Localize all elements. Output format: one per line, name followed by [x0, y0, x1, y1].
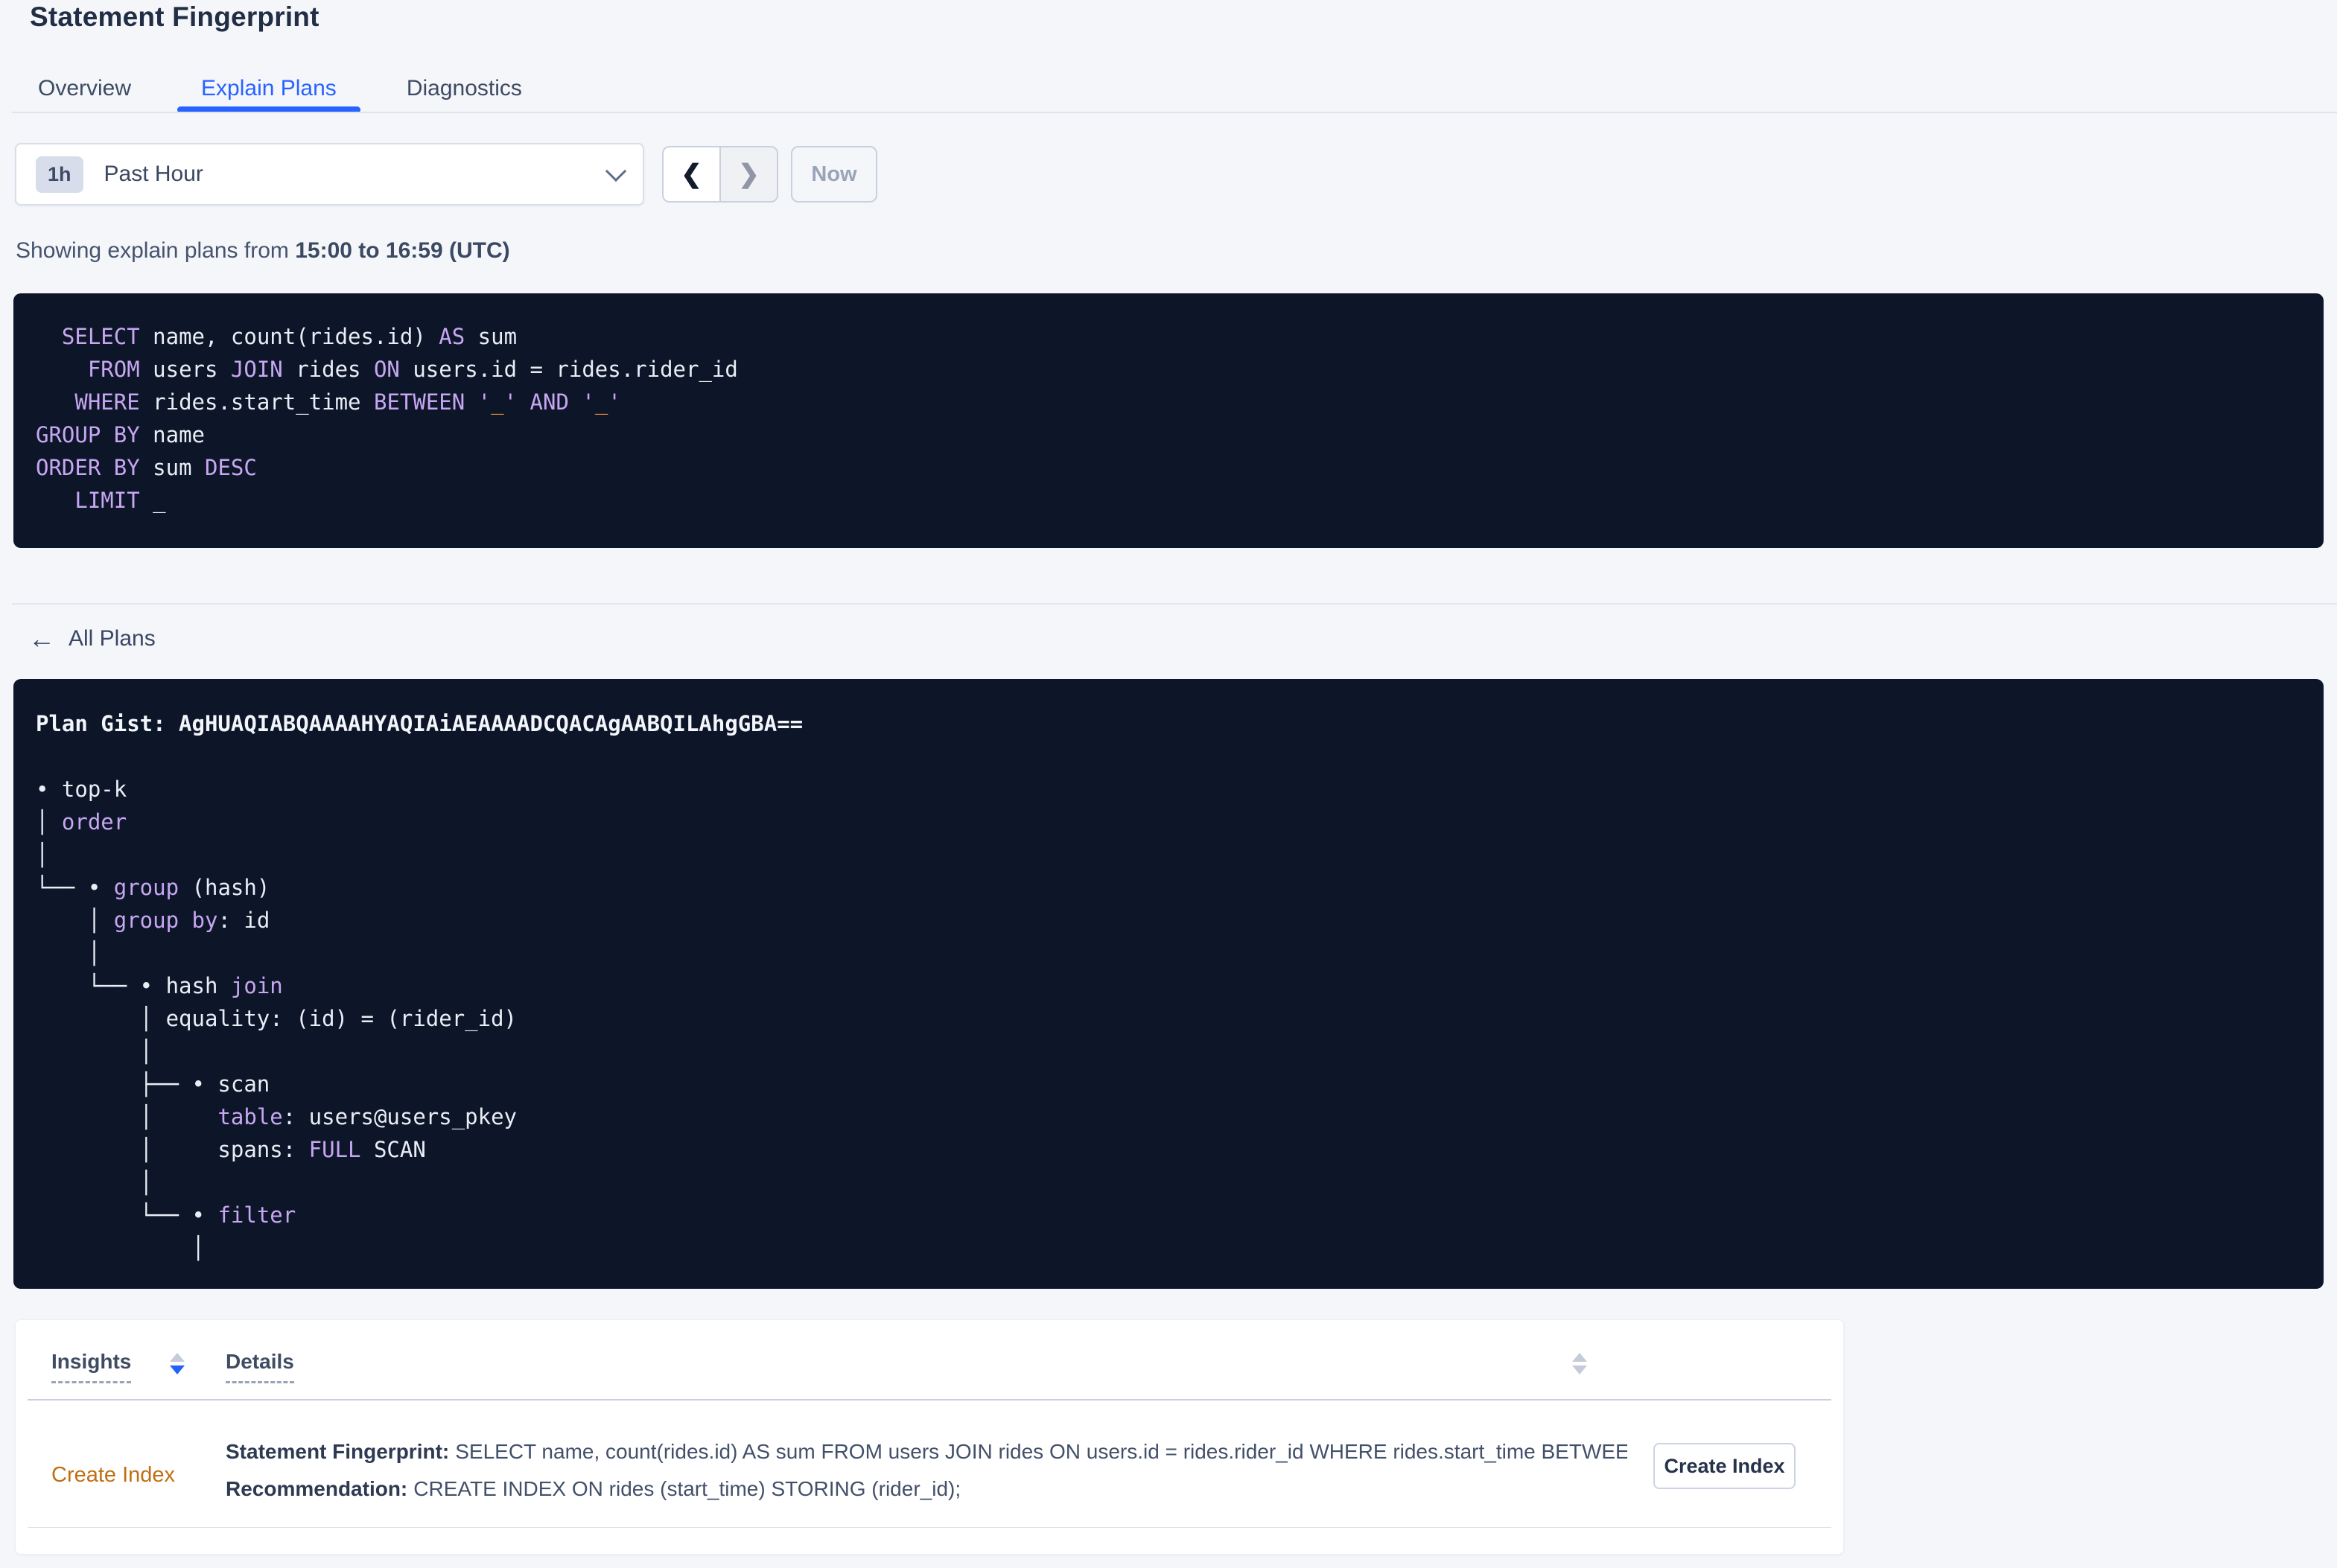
create-index-button[interactable]: Create Index [1653, 1443, 1796, 1489]
column-header-insights[interactable]: Insights [51, 1350, 132, 1383]
plan-gist-text: Plan Gist: AgHUAQIABQAAAAHYAQIAiAEAAAADC… [36, 711, 804, 1261]
sort-icon-insights [170, 1353, 185, 1374]
all-plans-label: All Plans [69, 626, 156, 651]
statement-sql-box: SELECT name, count(rides.id) AS sum FROM… [13, 293, 2324, 548]
all-plans-back-link[interactable]: ← All Plans [28, 625, 156, 652]
back-arrow-icon: ← [28, 623, 55, 654]
time-window-nav: ❮ ❯ [662, 146, 778, 203]
time-interval-select[interactable]: 1h Past Hour [15, 143, 644, 205]
plan-gist-box: Plan Gist: AgHUAQIABQAAAAHYAQIAiAEAAAADC… [13, 679, 2324, 1289]
statement-fingerprint-page: Statement Fingerprint Overview Explain Pl… [0, 0, 2337, 1568]
previous-window-button[interactable]: ❮ [664, 147, 721, 201]
section-divider [12, 603, 2337, 605]
tab-explain-plans[interactable]: Explain Plans [177, 64, 360, 113]
status-range: 15:00 to 16:59 (UTC) [295, 238, 510, 263]
sort-desc-arrow [1572, 1365, 1587, 1374]
time-range-status: Showing explain plans from 15:00 to 16:5… [16, 238, 510, 264]
insights-table-card: Insights Details Create Index Statement … [15, 1319, 1844, 1555]
details-label: Statement Fingerprint: [226, 1440, 450, 1463]
time-interval-label: Past Hour [104, 162, 203, 186]
sort-asc-arrow [170, 1353, 185, 1362]
insight-details-cell: Statement Fingerprint: SELECT name, count… [226, 1439, 1627, 1514]
chevron-right-icon: ❯ [738, 160, 760, 188]
tab-diagnostics[interactable]: Diagnostics [383, 64, 546, 113]
column-header-details[interactable]: Details [226, 1350, 294, 1383]
statement-sql-text: SELECT name, count(rides.id) AS sum FROM… [36, 324, 738, 513]
table-header-divider [28, 1399, 1831, 1400]
chevron-down-icon [605, 160, 627, 182]
next-window-button[interactable]: ❯ [721, 147, 777, 201]
details-recommendation: Recommendation: CREATE INDEX ON rides (st… [226, 1476, 1627, 1502]
insight-type-label: Create Index [51, 1463, 176, 1487]
tab-label: Diagnostics [406, 76, 522, 101]
tab-bar-divider [12, 112, 2337, 113]
details-text: CREATE INDEX ON rides (start_time) STORI… [413, 1477, 961, 1500]
sort-desc-arrow [170, 1365, 185, 1374]
details-text: SELECT name, count(rides.id) AS sum FROM… [455, 1440, 1627, 1463]
sort-icon-details [1572, 1353, 1587, 1374]
interval-badge: 1h [36, 156, 83, 193]
page-title: Statement Fingerprint [30, 1, 319, 32]
now-button[interactable]: Now [791, 146, 877, 203]
tab-overview[interactable]: Overview [14, 64, 155, 113]
tab-label: Overview [38, 76, 132, 101]
details-statement-fingerprint: Statement Fingerprint: SELECT name, count… [226, 1439, 1627, 1465]
details-label: Recommendation: [226, 1477, 408, 1500]
tab-label: Explain Plans [201, 76, 337, 101]
sort-asc-arrow [1572, 1353, 1587, 1362]
chevron-left-icon: ❮ [681, 160, 702, 188]
tab-bar: Overview Explain Plans Diagnostics [14, 64, 568, 113]
table-row-divider [28, 1527, 1831, 1528]
status-prefix: Showing explain plans from [16, 238, 296, 263]
